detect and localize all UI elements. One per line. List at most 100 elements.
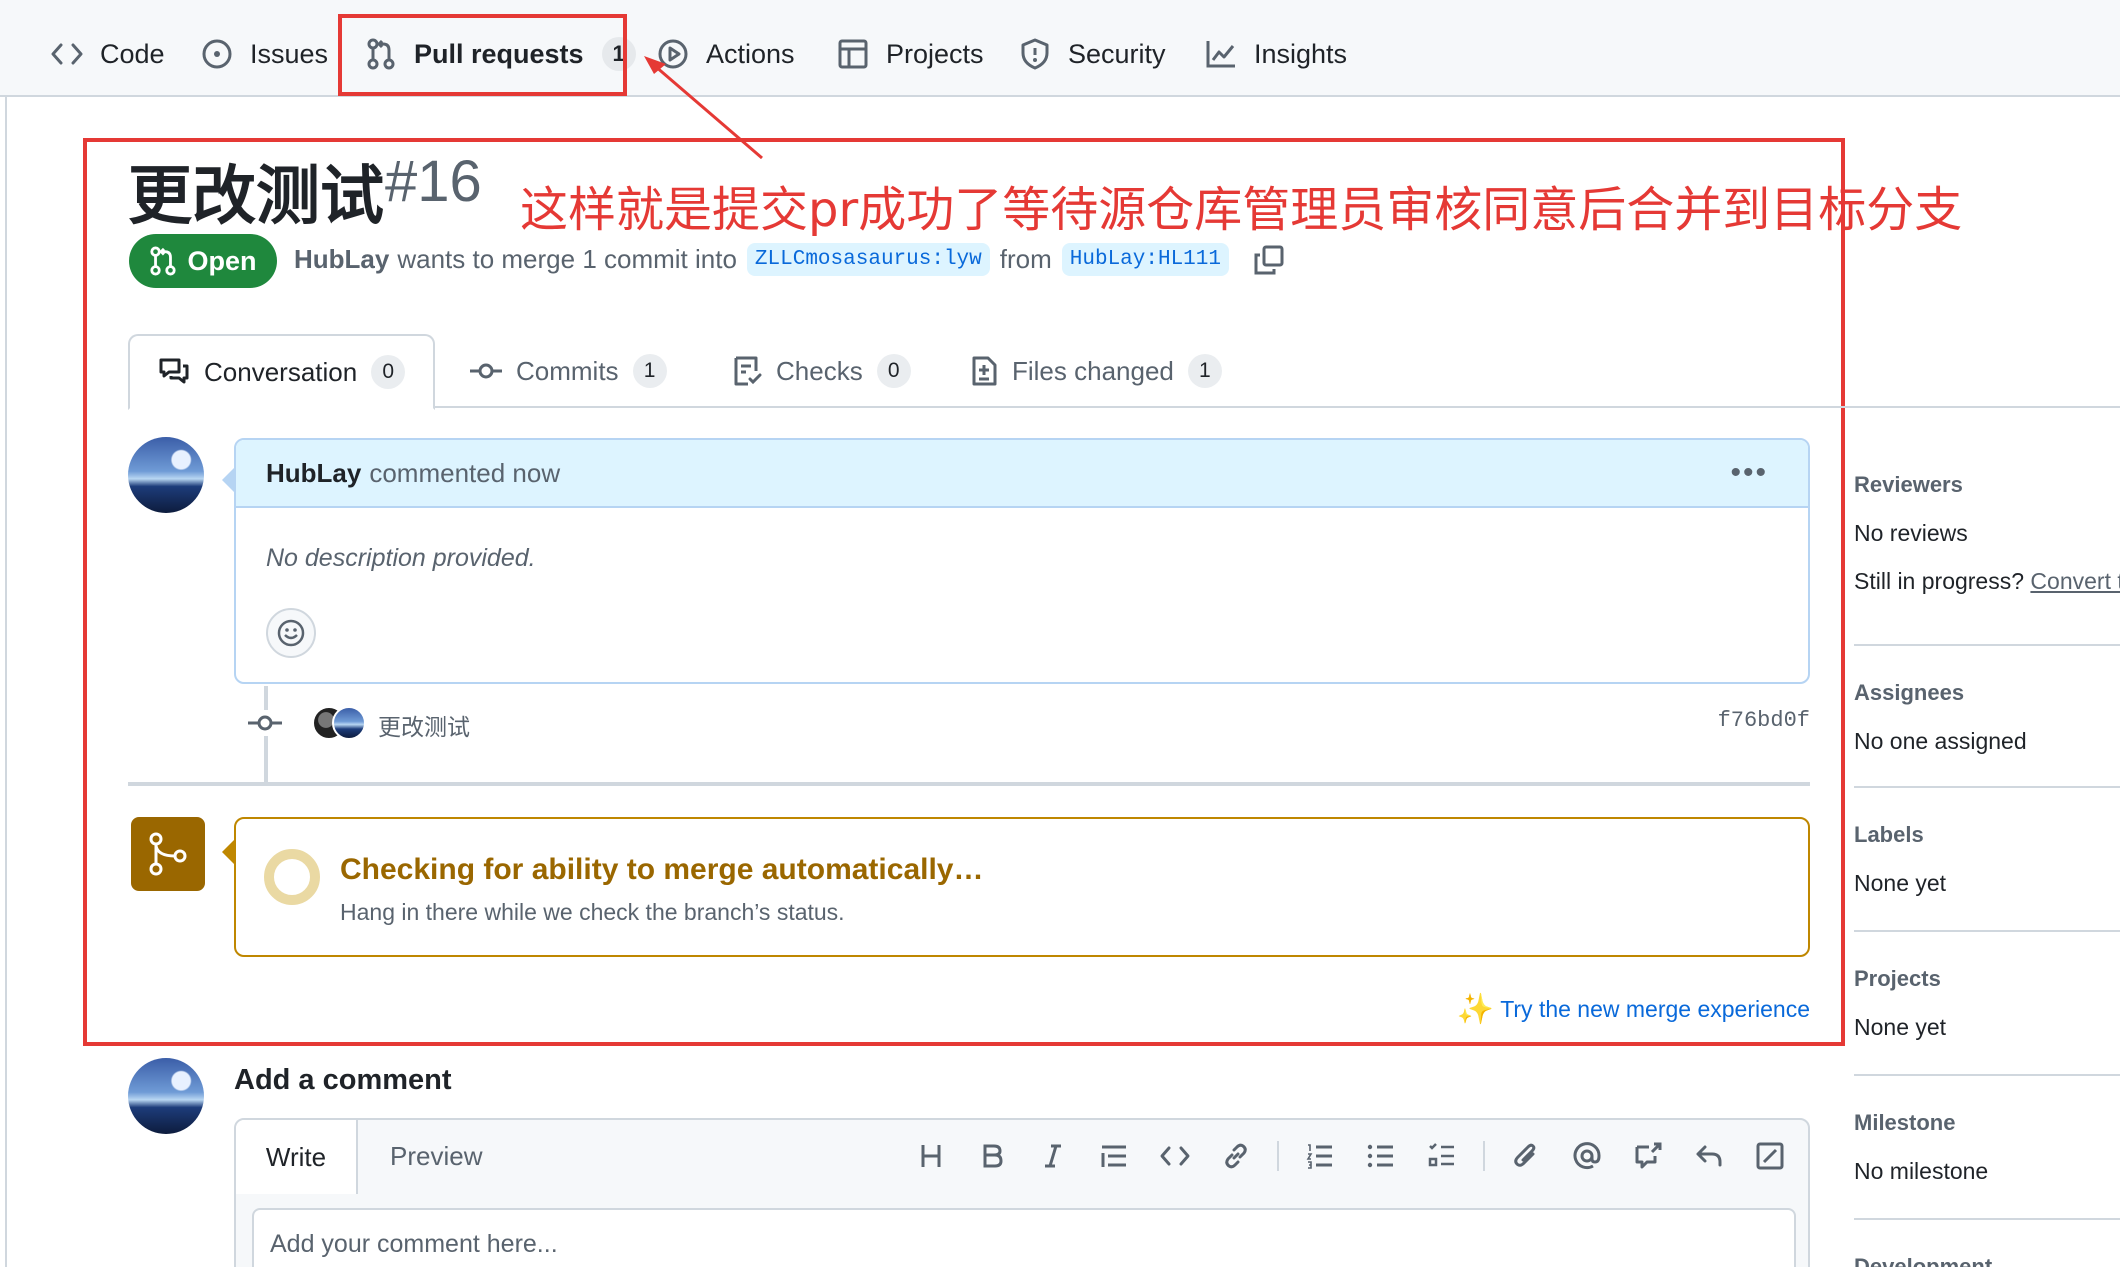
- toolbar-divider: [1483, 1141, 1485, 1171]
- code-icon: [50, 37, 84, 71]
- table-icon: [836, 37, 870, 71]
- commit-sha[interactable]: f76bd0f: [1718, 708, 1810, 733]
- git-merge-icon: [149, 832, 187, 876]
- graph-icon: [1204, 37, 1238, 71]
- merge-status-subtitle: Hang in there while we check the branch’…: [340, 899, 845, 925]
- development-heading[interactable]: Development: [1854, 1254, 1992, 1267]
- tab-label: Commits: [516, 355, 619, 386]
- timeline-commit: 更改测试 f76bd0f: [248, 700, 1810, 748]
- sidebar-milestone: Milestone No milestone: [1854, 1076, 2120, 1220]
- pr-description-comment: HubLay commented now ••• No description …: [234, 438, 1810, 684]
- comment-discussion-icon: [158, 357, 190, 387]
- tab-label: Files changed: [1012, 355, 1174, 386]
- try-new-merge-link[interactable]: ✨ Try the new merge experience: [1457, 992, 1810, 1027]
- comment-editor: Write Preview Add your comment here...: [234, 1118, 1810, 1267]
- head-branch[interactable]: HubLay:HL111: [1061, 243, 1229, 276]
- draft-prompt: Still in progress? Convert to draft: [1854, 568, 2120, 595]
- merge-status-box: Checking for ability to merge automatica…: [234, 817, 1810, 957]
- issue-icon: [200, 37, 234, 71]
- nav-projects[interactable]: Projects: [836, 26, 984, 82]
- reviewers-value: No reviews: [1854, 520, 1968, 546]
- comment-header: HubLay commented now: [236, 440, 1808, 508]
- tab-label: Checks: [776, 355, 863, 386]
- tab-count: 0: [876, 354, 911, 388]
- tab-commits[interactable]: Commits 1: [470, 334, 667, 408]
- add-reaction-button[interactable]: [266, 608, 316, 658]
- toolbar-divider: [1277, 1141, 1279, 1171]
- quote-icon[interactable]: [1094, 1136, 1134, 1176]
- tab-conversation[interactable]: Conversation 0: [128, 334, 436, 410]
- pr-tabs: Conversation 0 Commits 1 Checks 0 Files …: [128, 334, 2120, 410]
- nav-issues[interactable]: Issues: [200, 26, 328, 82]
- commit-icon: [470, 361, 502, 381]
- tab-preview[interactable]: Preview: [390, 1120, 482, 1192]
- reviewers-heading[interactable]: Reviewers: [1854, 472, 1963, 498]
- heading-icon[interactable]: [911, 1136, 951, 1176]
- projects-value: None yet: [1854, 1014, 1947, 1040]
- italic-icon[interactable]: [1033, 1136, 1073, 1176]
- avatar[interactable]: [128, 437, 204, 513]
- merge-box-pointer: [222, 840, 234, 864]
- bold-icon[interactable]: [972, 1136, 1012, 1176]
- commit-message[interactable]: 更改测试: [378, 708, 470, 742]
- nav-security[interactable]: Security: [1018, 26, 1166, 82]
- pull-request-icon: [150, 246, 177, 276]
- labels-heading[interactable]: Labels: [1854, 822, 1924, 848]
- sidebar-reviewers: Reviewers No reviews Still in progress? …: [1854, 460, 2120, 646]
- avatar[interactable]: [128, 1058, 204, 1134]
- commit-avatars[interactable]: [312, 702, 372, 742]
- nav-code[interactable]: Code: [50, 26, 165, 82]
- nav-insights[interactable]: Insights: [1204, 26, 1347, 82]
- markdown-toolbar: [890, 1136, 1790, 1176]
- sidebar-assignees: Assignees No one assigned: [1854, 646, 2120, 788]
- mention-icon[interactable]: [1567, 1136, 1607, 1176]
- merge-summary: HubLay wants to merge 1 commit into ZLLC…: [294, 243, 1285, 276]
- comment-body: No description provided.: [266, 544, 536, 572]
- loading-spinner-icon: [264, 849, 320, 905]
- paperclip-icon[interactable]: [1506, 1136, 1546, 1176]
- draft-prompt-text: Still in progress?: [1854, 568, 2025, 594]
- assignees-heading[interactable]: Assignees: [1854, 680, 1964, 706]
- nav-label: Issues: [250, 38, 329, 69]
- ordered-list-icon[interactable]: [1300, 1136, 1340, 1176]
- tab-checks[interactable]: Checks 0: [732, 334, 911, 408]
- comment-textarea[interactable]: Add your comment here...: [252, 1208, 1796, 1267]
- sidebar-development: Development: [1854, 1220, 2120, 1267]
- projects-heading[interactable]: Projects: [1854, 966, 1941, 992]
- timeline-divider: [128, 782, 1810, 786]
- milestone-heading[interactable]: Milestone: [1854, 1110, 1955, 1136]
- assignees-value: No one assigned: [1854, 728, 2027, 754]
- sidebar-projects: Projects None yet: [1854, 932, 2120, 1076]
- copy-icon[interactable]: [1253, 244, 1285, 276]
- nav-label: Code: [100, 38, 165, 69]
- left-border: [5, 0, 7, 1267]
- comment-meta[interactable]: commented now: [369, 458, 560, 489]
- comment-author[interactable]: HubLay: [266, 458, 361, 489]
- tab-write[interactable]: Write: [236, 1120, 358, 1194]
- convert-to-draft-link[interactable]: Convert to draft: [2030, 568, 2120, 594]
- unordered-list-icon[interactable]: [1361, 1136, 1401, 1176]
- avatar: [332, 706, 366, 740]
- status-badge: Open: [129, 234, 277, 288]
- nav-label: Projects: [886, 38, 984, 69]
- link-icon[interactable]: [1216, 1136, 1256, 1176]
- checklist-icon: [732, 355, 762, 387]
- from-text: from: [999, 244, 1052, 274]
- comment-pointer: [222, 468, 234, 492]
- author-link[interactable]: HubLay: [294, 244, 389, 275]
- merge-text: wants to merge 1 commit into: [397, 244, 737, 274]
- file-diff-icon: [970, 355, 998, 387]
- task-list-icon[interactable]: [1422, 1136, 1462, 1176]
- tab-label: Conversation: [204, 356, 358, 387]
- pr-number: #16: [385, 149, 482, 214]
- reply-icon[interactable]: [1689, 1136, 1729, 1176]
- code-icon[interactable]: [1155, 1136, 1195, 1176]
- merge-status-title: Checking for ability to merge automatica…: [340, 853, 984, 886]
- base-branch[interactable]: ZLLCmosasaurus:lyw: [746, 243, 990, 276]
- cross-reference-icon[interactable]: [1628, 1136, 1668, 1176]
- fullscreen-icon[interactable]: [1750, 1136, 1790, 1176]
- tab-files-changed[interactable]: Files changed 1: [970, 334, 1222, 408]
- page-title: 更改测试: [128, 160, 384, 234]
- kebab-menu-icon[interactable]: •••: [1730, 456, 1768, 490]
- nav-label: Security: [1068, 38, 1166, 69]
